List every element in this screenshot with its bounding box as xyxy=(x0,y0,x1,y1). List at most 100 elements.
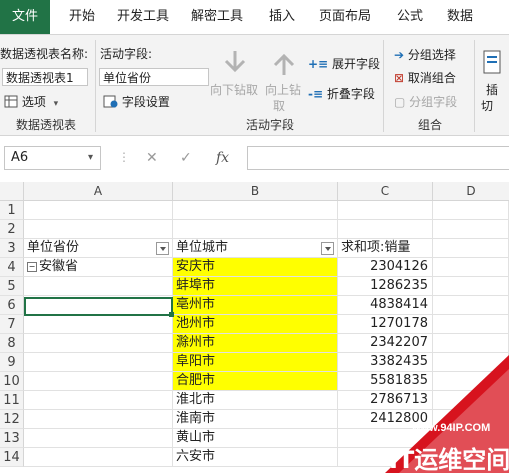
column-header-a[interactable]: A xyxy=(24,182,173,201)
cell[interactable] xyxy=(433,277,509,296)
formula-input[interactable] xyxy=(247,146,509,170)
cell[interactable] xyxy=(338,220,433,239)
tab-home[interactable]: 开始 xyxy=(60,0,104,34)
pivot-row-city[interactable]: 淮北市 xyxy=(173,391,338,410)
group-selection-label: 分组选择 xyxy=(407,48,456,62)
group-field-button[interactable]: ▢ 分组字段 xyxy=(394,93,457,110)
enter-icon[interactable]: ✓ xyxy=(180,146,192,170)
row-header[interactable]: 3 xyxy=(0,239,24,258)
name-box[interactable]: A6 xyxy=(4,146,101,170)
cell[interactable] xyxy=(24,410,173,429)
pivot-name-label: 数据透视表名称: xyxy=(0,47,89,61)
row-header[interactable]: 6 xyxy=(0,296,24,315)
drill-down-button[interactable]: 向下钻取 xyxy=(210,45,260,109)
cell[interactable] xyxy=(173,201,338,220)
pivot-name-input[interactable]: 数据透视表1 xyxy=(2,68,88,86)
pivot-header-city[interactable]: 单位城市 xyxy=(173,239,338,258)
cell[interactable] xyxy=(24,391,173,410)
field-settings-button[interactable]: 字段设置 xyxy=(103,93,170,110)
drill-up-label-line2: 取 xyxy=(273,99,286,113)
row-header[interactable]: 4 xyxy=(0,258,24,277)
pivot-value-sales[interactable]: 2304126 xyxy=(338,258,433,277)
pivot-row-city[interactable]: 合肥市 xyxy=(173,372,338,391)
pivot-header-province[interactable]: 单位省份 xyxy=(24,239,173,258)
pivot-row-city[interactable]: 安庆市 xyxy=(173,258,338,277)
cell[interactable] xyxy=(24,448,173,467)
collapse-icon[interactable]: − xyxy=(27,262,37,272)
pivot-row-city[interactable]: 淮南市 xyxy=(173,410,338,429)
tab-formulas[interactable]: 公式 xyxy=(390,0,430,34)
row-header[interactable]: 9 xyxy=(0,353,24,372)
tab-file[interactable]: 文件 xyxy=(0,0,50,34)
insert-slicer-button[interactable]: 插 切 xyxy=(478,45,509,113)
cancel-icon[interactable]: ✕ xyxy=(146,146,158,170)
row-header[interactable]: 13 xyxy=(0,429,24,448)
ribbon-separator xyxy=(383,40,384,132)
row-header[interactable]: 1 xyxy=(0,201,24,220)
cell[interactable] xyxy=(433,220,509,239)
cell[interactable] xyxy=(433,258,509,277)
options-button[interactable]: 选项 ▾ xyxy=(4,93,58,110)
pivot-row-city[interactable]: 六安市 xyxy=(173,448,338,467)
select-all-corner[interactable] xyxy=(0,182,24,201)
group-selection-button[interactable]: ➔ 分组选择 xyxy=(394,46,456,63)
cell[interactable] xyxy=(24,220,173,239)
filter-dropdown-icon[interactable] xyxy=(321,242,334,255)
cell[interactable] xyxy=(24,334,173,353)
tab-page-layout[interactable]: 页面布局 xyxy=(312,0,378,34)
expand-field-button[interactable]: +≡ 展开字段 xyxy=(308,55,380,72)
cell[interactable] xyxy=(24,315,173,334)
tab-insert[interactable]: 插入 xyxy=(262,0,302,34)
column-header-c[interactable]: C xyxy=(338,182,433,201)
drill-up-button[interactable]: 向上钻 取 xyxy=(263,45,305,113)
cell[interactable] xyxy=(24,353,173,372)
row-header[interactable]: 12 xyxy=(0,410,24,429)
tab-data[interactable]: 数据 xyxy=(440,0,480,34)
fill-handle[interactable] xyxy=(169,312,174,317)
row-header[interactable]: 11 xyxy=(0,391,24,410)
tab-developer[interactable]: 开发工具 xyxy=(112,0,174,34)
pivot-value-sales[interactable]: 1286235 xyxy=(338,277,433,296)
row-header[interactable]: 14 xyxy=(0,448,24,467)
row-header[interactable]: 2 xyxy=(0,220,24,239)
pivot-value-sales[interactable]: 4838414 xyxy=(338,296,433,315)
cell[interactable] xyxy=(433,334,509,353)
collapse-icon: -≡ xyxy=(308,87,324,101)
column-header-b[interactable]: B xyxy=(173,182,338,201)
cell[interactable] xyxy=(433,315,509,334)
pivot-row-city[interactable]: 滁州市 xyxy=(173,334,338,353)
row-header[interactable]: 5 xyxy=(0,277,24,296)
group-label-combine: 组合 xyxy=(417,118,442,132)
field-settings-label: 字段设置 xyxy=(121,95,170,109)
pivot-row-city[interactable]: 亳州市 xyxy=(173,296,338,315)
pivot-row-city[interactable]: 黄山市 xyxy=(173,429,338,448)
active-field-input[interactable]: 单位省份 xyxy=(99,68,209,86)
group-field-icon: ▢ xyxy=(394,95,406,109)
row-header[interactable]: 7 xyxy=(0,315,24,334)
cell[interactable] xyxy=(433,296,509,315)
collapse-field-button[interactable]: -≡ 折叠字段 xyxy=(308,85,375,102)
tab-decrypt-tools[interactable]: 解密工具 xyxy=(186,0,248,34)
pivot-header-sales[interactable]: 求和项:销量 xyxy=(338,239,433,258)
pivot-row-province[interactable]: − 安徽省 xyxy=(24,258,173,277)
row-header[interactable]: 8 xyxy=(0,334,24,353)
cell[interactable] xyxy=(24,277,173,296)
filter-dropdown-icon[interactable] xyxy=(156,242,169,255)
cell[interactable] xyxy=(338,201,433,220)
pivot-row-city[interactable]: 阜阳市 xyxy=(173,353,338,372)
cell[interactable] xyxy=(173,220,338,239)
cell[interactable] xyxy=(433,201,509,220)
name-box-dropdown-icon[interactable]: ▾ xyxy=(88,152,93,163)
pivot-value-sales[interactable]: 1270178 xyxy=(338,315,433,334)
pivot-row-city[interactable]: 池州市 xyxy=(173,315,338,334)
column-header-d[interactable]: D xyxy=(433,182,509,201)
insert-function-button[interactable]: fx xyxy=(216,146,229,170)
cell[interactable] xyxy=(24,201,173,220)
row-header[interactable]: 10 xyxy=(0,372,24,391)
pivot-row-city[interactable]: 蚌埠市 xyxy=(173,277,338,296)
ungroup-button[interactable]: ⊠ 取消组合 xyxy=(394,69,456,86)
cell[interactable] xyxy=(24,372,173,391)
cell[interactable] xyxy=(24,429,173,448)
pivot-value-sales[interactable]: 2342207 xyxy=(338,334,433,353)
cell[interactable] xyxy=(433,239,509,258)
